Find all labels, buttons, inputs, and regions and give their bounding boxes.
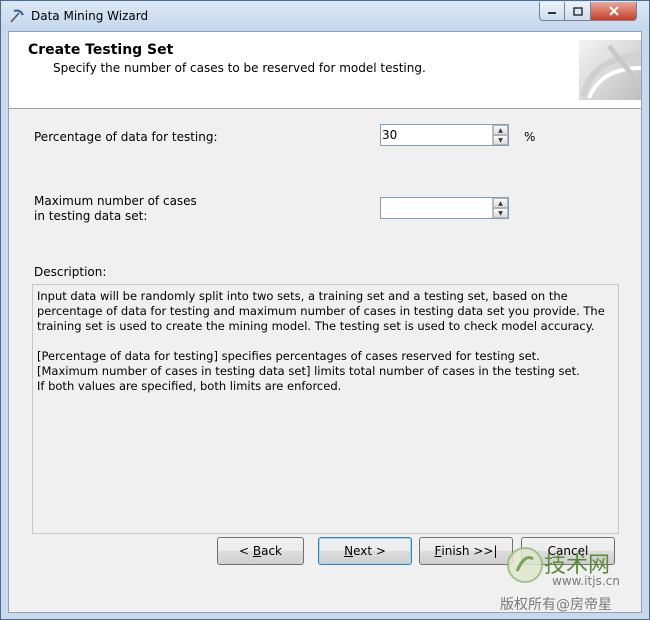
back-accel: B xyxy=(252,544,262,558)
spin-up-button[interactable]: ▲ xyxy=(493,198,508,208)
finish-rest: inish >>| xyxy=(441,544,498,558)
description-line: If both values are specified, both limit… xyxy=(37,379,342,393)
max-cases-stepper[interactable]: ▲ ▼ xyxy=(380,197,509,219)
watermark-logo-icon xyxy=(507,547,543,583)
wizard-body: Create Testing Set Specify the number of… xyxy=(8,31,642,613)
window-title: Data Mining Wizard xyxy=(31,9,149,23)
pickaxe-icon xyxy=(10,9,24,23)
next-rest: ext > xyxy=(353,544,386,558)
minimize-button[interactable] xyxy=(539,2,565,21)
close-button[interactable] xyxy=(591,2,637,21)
next-accel: N xyxy=(344,544,354,558)
description-paragraph: Input data will be randomly split into t… xyxy=(37,289,605,333)
maximize-icon xyxy=(572,6,583,16)
finish-accel: F xyxy=(434,544,442,558)
maximize-button[interactable] xyxy=(565,2,591,21)
watermark-url: www.itjs.cn xyxy=(552,574,620,588)
description-box: Input data will be randomly split into t… xyxy=(32,284,619,534)
spin-down-button[interactable]: ▼ xyxy=(493,208,508,218)
next-button[interactable]: Next > xyxy=(318,537,412,565)
percentage-stepper[interactable]: 30 ▲ ▼ xyxy=(380,124,509,146)
description-line: [Percentage of data for testing] specifi… xyxy=(37,349,540,363)
max-cases-label-line1: Maximum number of cases xyxy=(34,194,197,208)
percentage-unit: % xyxy=(524,130,536,144)
finish-button[interactable]: Finish >>| xyxy=(419,537,513,565)
spin-up-button[interactable]: ▲ xyxy=(493,125,508,135)
max-cases-spin-buttons: ▲ ▼ xyxy=(492,198,508,218)
watermark: 技术网 www.itjs.cn 版权所有@房帝星 xyxy=(500,545,650,620)
wizard-header: Create Testing Set Specify the number of… xyxy=(9,32,641,109)
back-button[interactable]: < Back xyxy=(217,537,304,565)
minimize-icon xyxy=(548,12,556,14)
page-subtitle: Specify the number of cases to be reserv… xyxy=(53,61,426,75)
spin-down-button[interactable]: ▼ xyxy=(493,135,508,145)
title-bar[interactable]: Data Mining Wizard xyxy=(1,1,649,31)
description-label: Description: xyxy=(34,265,107,279)
pickaxe-art-icon xyxy=(579,40,641,100)
close-icon xyxy=(608,6,619,16)
page-title: Create Testing Set xyxy=(28,42,174,58)
percentage-label: Percentage of data for testing: xyxy=(34,130,218,144)
back-prefix: < xyxy=(238,544,253,558)
percentage-input[interactable]: 30 xyxy=(382,128,397,142)
wizard-window: Data Mining Wizard Create Testing Set Sp… xyxy=(0,0,650,620)
back-rest: ack xyxy=(261,544,282,558)
percentage-spin-buttons: ▲ ▼ xyxy=(492,125,508,145)
watermark-copyright: 版权所有@房帝星 xyxy=(500,597,612,613)
description-line: [Maximum number of cases in testing data… xyxy=(37,364,580,378)
max-cases-label-line2: in testing data set: xyxy=(34,209,148,223)
